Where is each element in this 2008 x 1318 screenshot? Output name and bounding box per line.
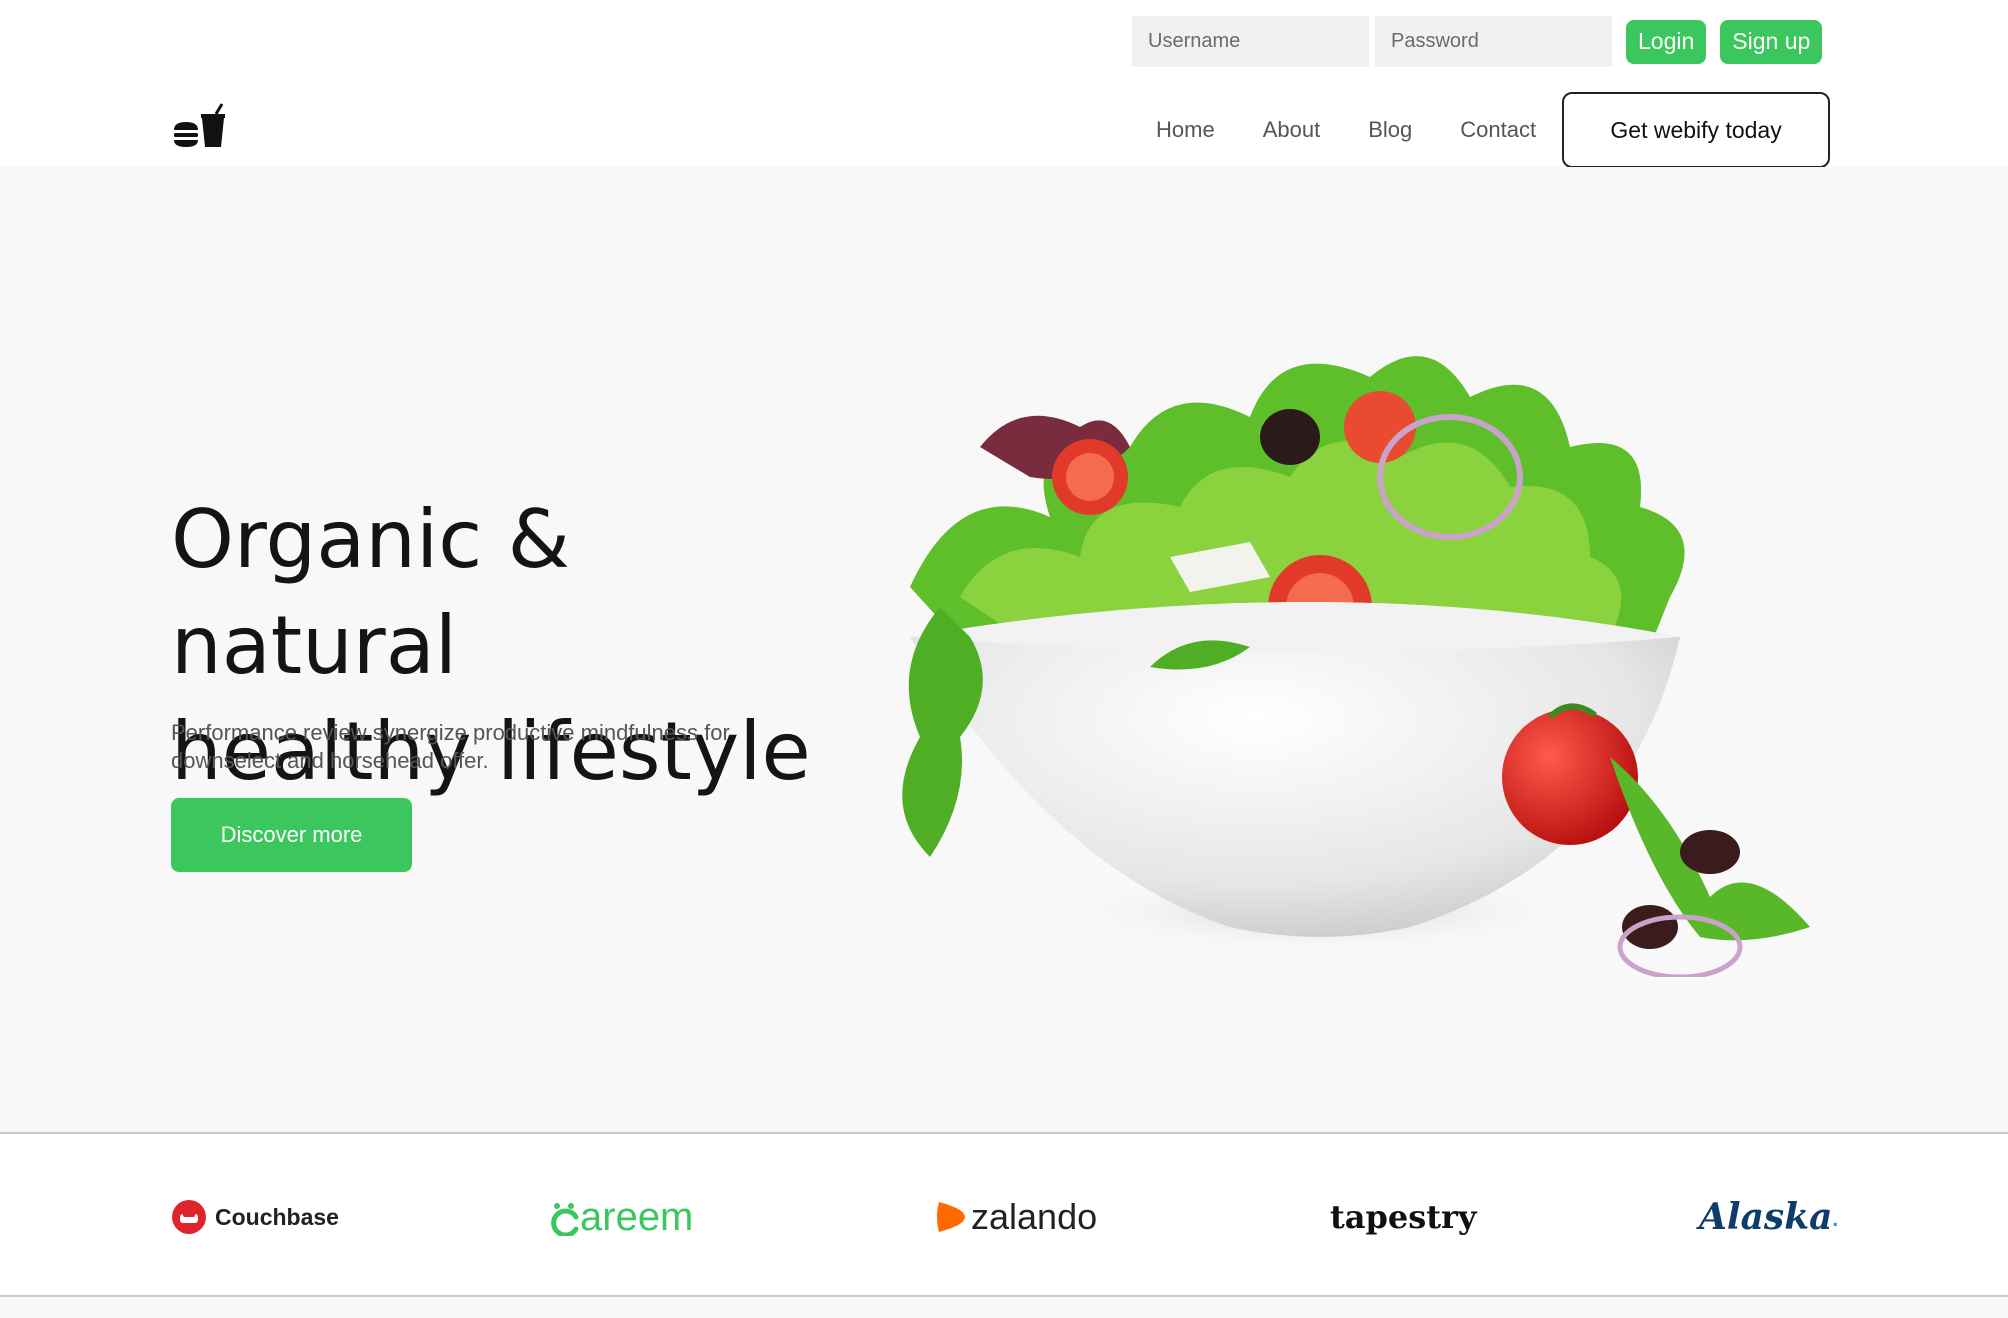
zalando-wordmark: zalando [971, 1196, 1098, 1237]
salad-bowl-image [902, 356, 1810, 977]
get-webify-button[interactable]: Get webify today [1562, 92, 1831, 168]
nav-blog[interactable]: Blog [1368, 117, 1412, 143]
username-input[interactable] [1132, 16, 1369, 67]
hero-subtitle: Performance review synergize productive … [171, 720, 730, 773]
alaska-wordmark: Alaska [1699, 1196, 1833, 1238]
zalando-logo-icon [937, 1202, 965, 1232]
couchbase-logo-icon [172, 1200, 206, 1234]
main-nav: Home About Blog Contact Get webify today [1156, 92, 1831, 168]
brand-zalando: zalando [935, 1192, 1097, 1242]
discover-more-button[interactable]: Discover more [171, 798, 412, 872]
nav-contact[interactable]: Contact [1460, 117, 1536, 143]
tapestry-wordmark: tapestry [1330, 1198, 1477, 1236]
brand-careem: areem [548, 1192, 693, 1242]
hero-section: Organic & natural healthy lifestyle Perf… [0, 167, 2008, 1132]
hero-title-line1: Organic & natural [171, 493, 570, 692]
brand-couchbase: Couchbase [171, 1192, 339, 1242]
brand-tapestry: tapestry [1330, 1192, 1477, 1242]
food-drink-logo-icon[interactable] [172, 102, 228, 150]
careem-wordmark: areem [580, 1194, 694, 1239]
nav-about[interactable]: About [1263, 117, 1321, 143]
nav-home[interactable]: Home [1156, 117, 1215, 143]
alaska-dot: . [1832, 1209, 1839, 1231]
signup-button[interactable]: Sign up [1720, 19, 1823, 64]
login-button[interactable]: Login [1626, 19, 1707, 64]
couchbase-wordmark: Couchbase [215, 1203, 339, 1230]
footer-strip [0, 1297, 2008, 1318]
brand-alaska: Alaska . [1699, 1192, 1838, 1242]
partner-logos: Couchbase areem zalando tapestry Alaska … [0, 1132, 2008, 1297]
auth-bar: Login Sign up [1132, 16, 1823, 67]
password-input[interactable] [1375, 16, 1612, 67]
careem-logo-icon [551, 1203, 579, 1236]
